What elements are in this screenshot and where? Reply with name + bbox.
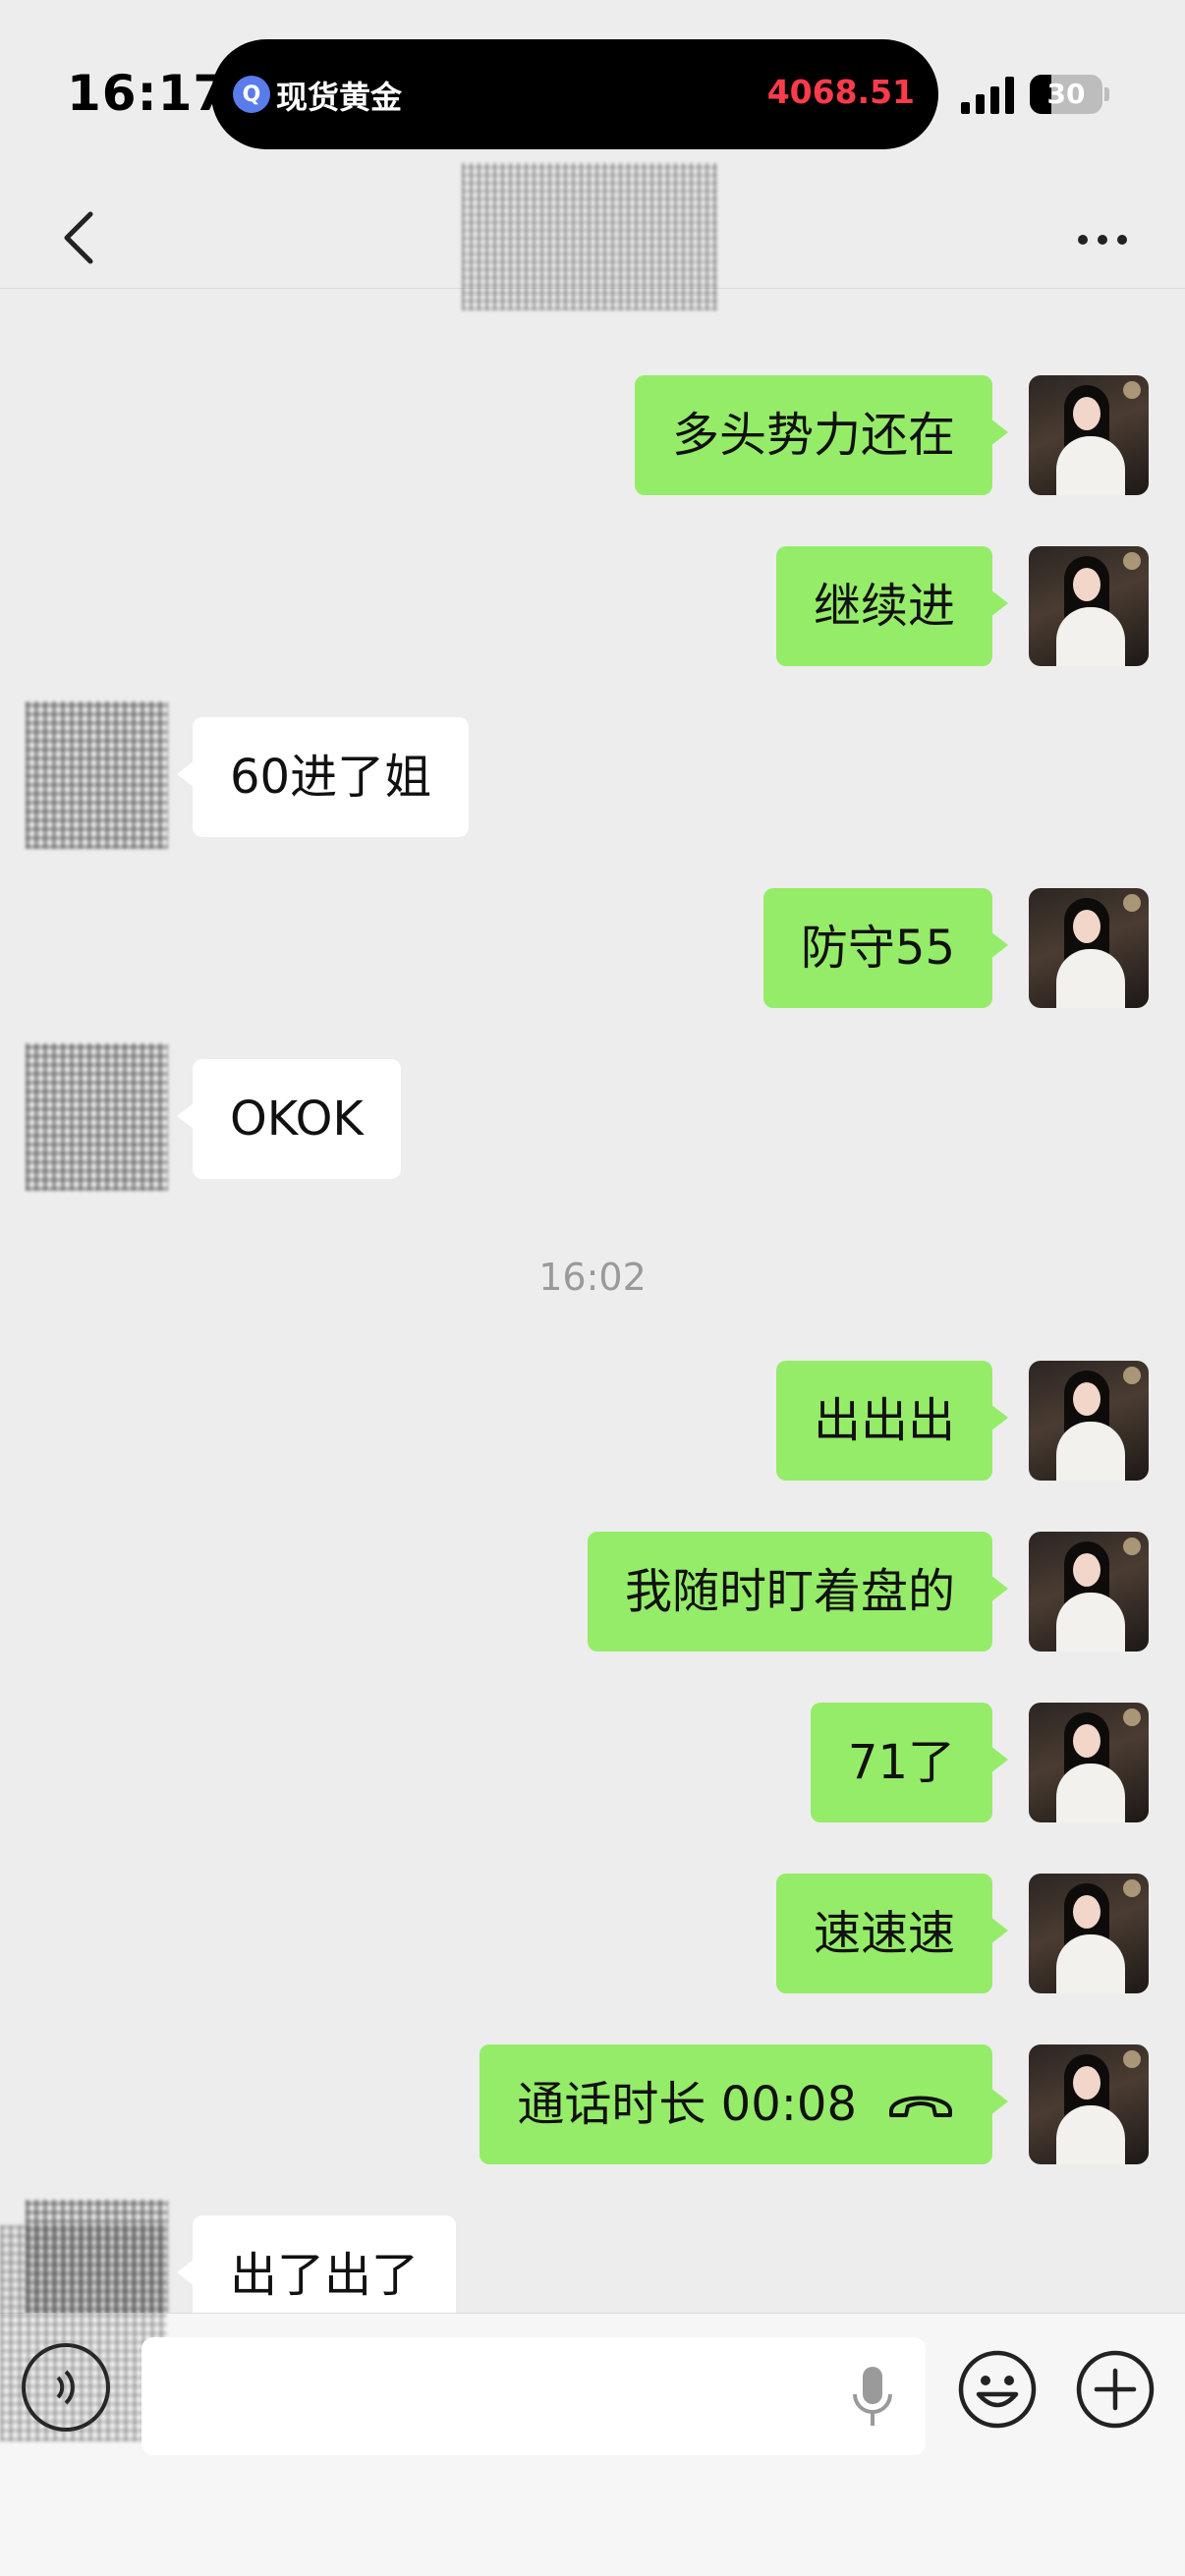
message-bubble-sent[interactable]: 71了 bbox=[810, 1703, 1009, 1822]
message-bubble-sent[interactable]: 多头势力还在 bbox=[634, 375, 1009, 495]
voice-icon bbox=[56, 2370, 75, 2405]
my-avatar[interactable] bbox=[1029, 1532, 1149, 1652]
call-record-bubble[interactable]: 通话时长 00:08 bbox=[480, 2044, 1008, 2164]
back-button[interactable] bbox=[39, 198, 118, 277]
contact-avatar-redacted[interactable] bbox=[26, 1043, 168, 1191]
message-row: 通话时长 00:08 bbox=[0, 2044, 1185, 2166]
message-bubble-sent[interactable]: 速速速 bbox=[775, 1874, 1009, 1993]
phone-hangup-icon bbox=[889, 2096, 952, 2117]
message-row: OKOK bbox=[0, 1043, 1185, 1191]
message-list[interactable]: 多头势力还在 继续进 60进了姐 防守55 OKOK 16:02 出出出 我随时… bbox=[0, 289, 1185, 2313]
message-row: 71了 bbox=[0, 1703, 1185, 1824]
battery-level: 30 bbox=[1046, 78, 1086, 110]
message-row: 出了出了 bbox=[0, 2200, 1185, 2313]
mic-icon[interactable] bbox=[851, 2365, 894, 2430]
message-row: 出出出 bbox=[0, 1361, 1185, 1483]
message-row: 防守55 bbox=[0, 888, 1185, 1010]
status-bar: 16:17 Q 现货黄金 4068.51 30 bbox=[0, 0, 1185, 187]
contact-avatar-redacted[interactable] bbox=[26, 701, 168, 849]
live-activity-title: 现货黄金 bbox=[276, 79, 403, 116]
gold-price-live-activity[interactable]: Q 现货黄金 4068.51 bbox=[211, 39, 938, 149]
gold-app-icon: Q bbox=[233, 76, 270, 113]
my-avatar[interactable] bbox=[1029, 546, 1149, 666]
message-row: 多头势力还在 bbox=[0, 375, 1185, 497]
contact-avatar-redacted[interactable] bbox=[26, 2200, 168, 2313]
message-bubble-received[interactable]: 60进了姐 bbox=[176, 717, 470, 837]
voice-mode-button[interactable] bbox=[22, 2343, 110, 2432]
cellular-signal-icon bbox=[961, 77, 1016, 114]
my-avatar[interactable] bbox=[1029, 375, 1149, 495]
plus-icon[interactable] bbox=[1075, 2349, 1156, 2430]
chevron-left-icon bbox=[64, 211, 93, 264]
message-bubble-sent[interactable]: 出出出 bbox=[775, 1361, 1009, 1481]
message-bubble-received[interactable]: OKOK bbox=[177, 1059, 401, 1179]
my-avatar[interactable] bbox=[1029, 1703, 1149, 1822]
gold-price-value: 4068.51 bbox=[766, 73, 915, 111]
my-avatar[interactable] bbox=[1029, 2044, 1149, 2164]
message-bubble-sent[interactable]: 我随时盯着盘的 bbox=[587, 1532, 1009, 1652]
message-row: 60进了姐 bbox=[0, 701, 1185, 849]
input-bar bbox=[0, 2225, 1185, 2576]
message-input[interactable] bbox=[141, 2337, 926, 2455]
call-duration-text: 通话时长 00:08 bbox=[517, 2077, 857, 2132]
chat-header bbox=[0, 163, 1185, 310]
message-timestamp: 16:02 bbox=[538, 1256, 647, 1299]
message-bubble-sent[interactable]: 继续进 bbox=[775, 546, 1009, 666]
message-bubble-sent[interactable]: 防守55 bbox=[762, 888, 1009, 1008]
more-button[interactable] bbox=[1061, 210, 1144, 269]
clock: 16:17 bbox=[67, 65, 229, 122]
emoji-icon[interactable] bbox=[957, 2349, 1038, 2430]
more-icon bbox=[1078, 235, 1088, 245]
my-avatar[interactable] bbox=[1029, 1874, 1149, 1993]
battery-icon: 30 bbox=[1030, 75, 1102, 114]
message-row: 速速速 bbox=[0, 1874, 1185, 1995]
message-row: 继续进 bbox=[0, 546, 1185, 668]
my-avatar[interactable] bbox=[1029, 888, 1149, 1008]
my-avatar[interactable] bbox=[1029, 1361, 1149, 1481]
message-row: 我随时盯着盘的 bbox=[0, 1532, 1185, 1653]
message-bubble-received[interactable]: 出了出了 bbox=[176, 2215, 457, 2313]
